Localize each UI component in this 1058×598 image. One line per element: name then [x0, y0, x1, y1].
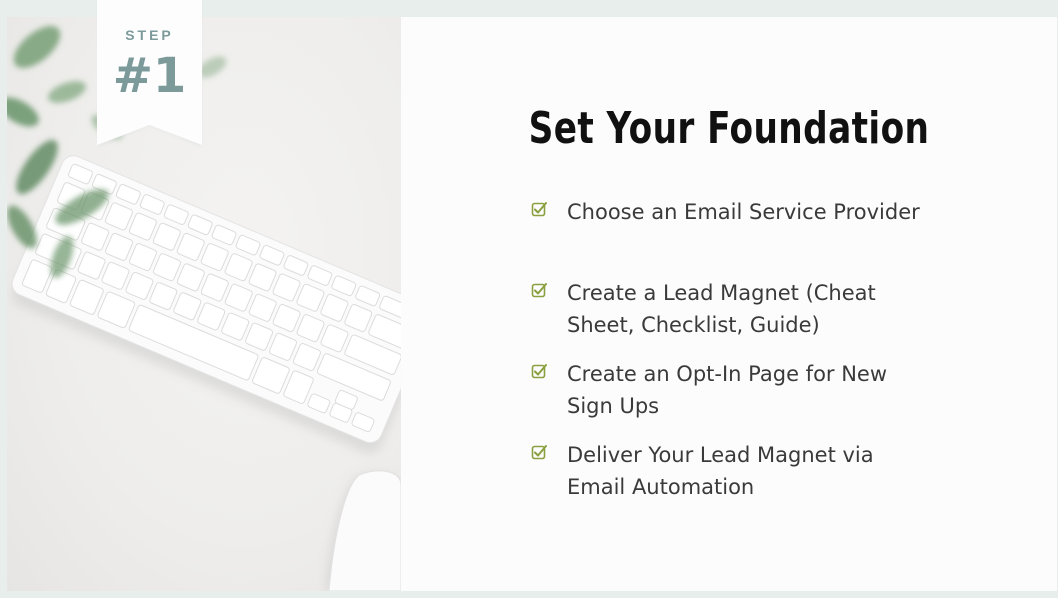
list-item: Choose an Email Service Provider — [531, 196, 931, 277]
checkbox-check-icon — [531, 202, 547, 217]
keyboard — [11, 155, 401, 444]
checkbox-check-icon — [531, 364, 547, 379]
keyboard-photo — [7, 17, 401, 591]
content-panel: Set Your Foundation Choose an Email Serv… — [401, 17, 1057, 591]
list-item-text: Choose an Email Service Provider — [567, 200, 920, 224]
step-label: STEP — [125, 27, 174, 43]
list-item-text: Deliver Your Lead Magnet via Email Autom… — [567, 443, 874, 499]
list-item: Create a Lead Magnet (Cheat Sheet, Check… — [531, 277, 931, 358]
list-item-text: Create an Opt-In Page for New Sign Ups — [567, 362, 888, 418]
mouse — [325, 470, 401, 591]
checkbox-check-icon — [531, 283, 547, 298]
slide: Set Your Foundation Choose an Email Serv… — [7, 0, 1057, 591]
step-badge: STEP #1 — [96, 0, 203, 163]
slide-title: Set Your Foundation — [528, 103, 930, 154]
keyboard-illustration — [7, 26, 401, 591]
list-item-text: Create a Lead Magnet (Cheat Sheet, Check… — [567, 281, 876, 337]
checklist: Choose an Email Service Provider Create … — [531, 196, 931, 520]
list-item: Deliver Your Lead Magnet via Email Autom… — [531, 439, 931, 520]
list-item: Create an Opt-In Page for New Sign Ups — [531, 358, 931, 439]
checkbox-check-icon — [531, 445, 547, 460]
step-number: #1 — [112, 48, 187, 104]
